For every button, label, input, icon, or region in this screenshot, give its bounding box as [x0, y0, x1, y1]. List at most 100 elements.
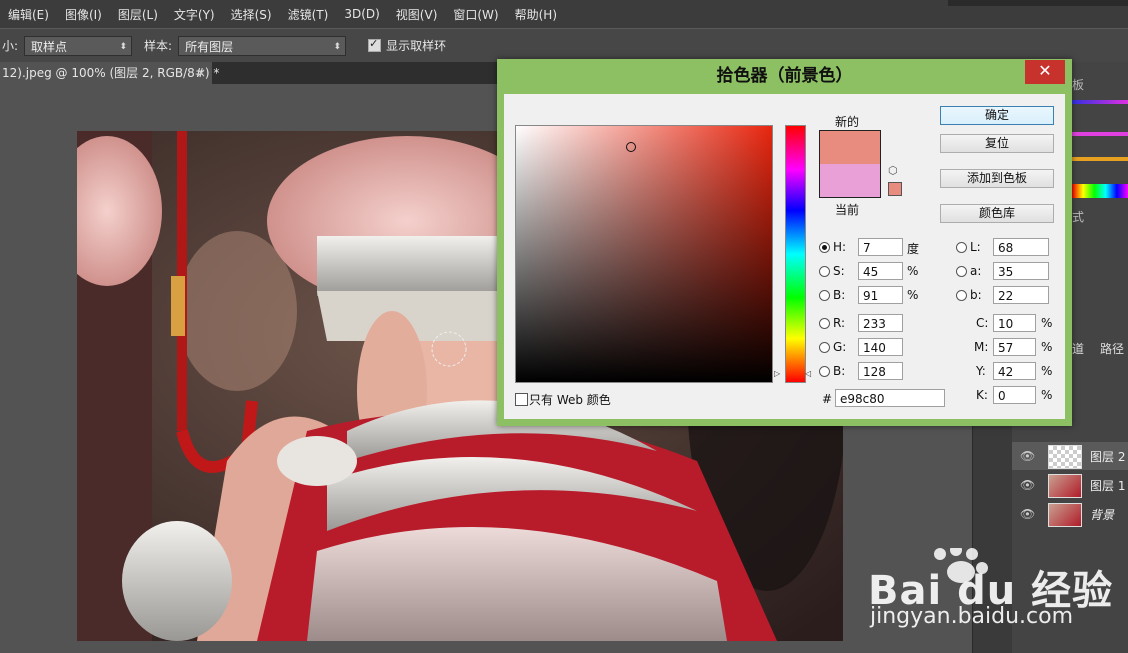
h-radio[interactable]: [819, 242, 830, 253]
r-field[interactable]: 233: [858, 314, 903, 332]
web-only-checkbox[interactable]: [515, 393, 528, 406]
sample-size-label: 小:: [2, 39, 19, 53]
hue-slider[interactable]: [785, 125, 806, 383]
menu-filter[interactable]: 滤镜(T): [280, 6, 337, 23]
close-dialog-button[interactable]: ✕: [1025, 60, 1065, 84]
baidu-watermark: Bai du 经验 jingyan.baidu.com: [868, 544, 1112, 638]
hex-label: #: [822, 392, 833, 406]
swatches-tab[interactable]: 板: [1072, 76, 1084, 93]
add-to-swatches-button[interactable]: 添加到色板: [940, 169, 1054, 188]
web-only-label: 只有 Web 颜色: [529, 393, 611, 407]
g-field[interactable]: 140: [858, 338, 903, 356]
color-picker-dialog: 拾色器（前景色） ✕ ▷ ◁ 新的 当前 ⬡ 确定 复位 添加到色板 颜色库 H…: [497, 59, 1072, 426]
menu-type[interactable]: 文字(Y): [166, 6, 223, 23]
hex-field[interactable]: e98c80: [835, 389, 945, 407]
a-radio[interactable]: [956, 266, 967, 277]
show-ring-label: 显示取样环: [386, 39, 447, 53]
c-label: C:: [976, 316, 989, 330]
s-label: S:: [833, 264, 845, 278]
show-ring-checkbox[interactable]: [368, 37, 382, 52]
layer-row[interactable]: 👁 背景: [1012, 500, 1128, 528]
layer-row[interactable]: 👁 图层 2: [1012, 442, 1128, 470]
m-unit: %: [1041, 340, 1053, 354]
blue-radio[interactable]: [819, 366, 830, 377]
channels-tab[interactable]: 道: [1072, 340, 1084, 357]
brightness-radio[interactable]: [819, 290, 830, 301]
color-slider-1[interactable]: [1072, 100, 1128, 104]
r-radio[interactable]: [819, 318, 830, 329]
y-label: Y:: [976, 364, 986, 378]
document-tab-bar: 12).jpeg @ 100% (图层 2, RGB/8#) * ×: [0, 62, 500, 84]
g-radio[interactable]: [819, 342, 830, 353]
c-field[interactable]: 10: [993, 314, 1036, 332]
brightness-field[interactable]: 91: [858, 286, 903, 304]
layer-row[interactable]: 👁 图层 1: [1012, 471, 1128, 499]
hue-slider-left-arrow-icon[interactable]: ▷: [774, 369, 780, 378]
new-color-swatch: [820, 131, 880, 164]
m-field[interactable]: 57: [993, 338, 1036, 356]
lab-b-radio[interactable]: [956, 290, 967, 301]
menu-layer[interactable]: 图层(L): [110, 6, 166, 23]
sample-size-select[interactable]: 取样点 ⬍: [24, 35, 133, 56]
menu-select[interactable]: 选择(S): [223, 6, 280, 23]
h-unit: 度: [907, 242, 920, 256]
color-field[interactable]: [515, 125, 773, 383]
reset-button[interactable]: 复位: [940, 134, 1054, 153]
menu-help[interactable]: 帮助(H): [507, 6, 565, 23]
styles-tab[interactable]: 式: [1072, 208, 1084, 225]
menu-window[interactable]: 窗口(W): [445, 6, 506, 23]
r-label: R:: [833, 316, 846, 330]
a-field[interactable]: 35: [993, 262, 1049, 280]
layer-name: 图层 1: [1090, 479, 1126, 493]
color-field-marker[interactable]: [626, 142, 636, 152]
layer-name: 背景: [1090, 508, 1115, 522]
sample-size-value: 取样点: [31, 39, 68, 54]
lab-b-field[interactable]: 22: [993, 286, 1049, 304]
brightness-unit: %: [907, 288, 919, 302]
k-label: K:: [976, 388, 988, 402]
select-arrows-icon: ⬍: [333, 41, 342, 52]
cube-icon[interactable]: ⬡: [888, 164, 898, 177]
document-tab[interactable]: 12).jpeg @ 100% (图层 2, RGB/8#) * ×: [0, 62, 219, 84]
select-arrows-icon: ⬍: [119, 41, 128, 52]
g-label: G:: [833, 340, 847, 354]
y-field[interactable]: 42: [993, 362, 1036, 380]
menu-3d[interactable]: 3D(D): [336, 7, 387, 21]
k-unit: %: [1041, 388, 1053, 402]
h-label: H:: [833, 240, 847, 254]
paths-tab[interactable]: 路径: [1100, 340, 1124, 357]
h-field[interactable]: 7: [858, 238, 903, 256]
color-library-button[interactable]: 颜色库: [940, 204, 1054, 223]
l-radio[interactable]: [956, 242, 967, 253]
layers-list: 👁 图层 2 👁 图层 1 👁 背景: [1012, 440, 1128, 530]
k-field[interactable]: 0: [993, 386, 1036, 404]
eye-icon[interactable]: 👁: [1020, 449, 1035, 463]
menu-edit[interactable]: 编辑(E): [0, 6, 57, 23]
menu-view[interactable]: 视图(V): [388, 6, 446, 23]
c-unit: %: [1041, 316, 1053, 330]
options-bar: 小: 取样点 ⬍ 样本: 所有图层 ⬍ 显示取样环: [0, 28, 1128, 63]
layer-name: 图层 2: [1090, 450, 1126, 464]
blue-field[interactable]: 128: [858, 362, 903, 380]
web-safe-swatch[interactable]: [888, 182, 902, 196]
new-color-label: 新的: [835, 115, 860, 129]
eye-icon[interactable]: 👁: [1020, 507, 1035, 521]
ok-button[interactable]: 确定: [940, 106, 1054, 125]
menu-image[interactable]: 图像(I): [57, 6, 110, 23]
layer-thumbnail: [1048, 474, 1082, 498]
titlebar-edge: [948, 0, 1128, 6]
color-slider-3[interactable]: [1072, 157, 1128, 161]
dialog-body: ▷ ◁ 新的 当前 ⬡ 确定 复位 添加到色板 颜色库 H: 7 度 S: 45…: [504, 94, 1065, 419]
dialog-title: 拾色器（前景色）: [716, 66, 853, 86]
l-field[interactable]: 68: [993, 238, 1049, 256]
hue-slider-right-arrow-icon[interactable]: ◁: [805, 369, 811, 378]
s-field[interactable]: 45: [858, 262, 903, 280]
sample-select[interactable]: 所有图层 ⬍: [178, 35, 347, 56]
spectrum-bar[interactable]: [1072, 184, 1128, 198]
current-color-swatch[interactable]: [820, 164, 880, 197]
close-tab-icon[interactable]: ×: [196, 62, 206, 84]
color-slider-2[interactable]: [1072, 132, 1128, 136]
document-tab-title: 12).jpeg @ 100% (图层 2, RGB/8#) *: [2, 66, 220, 80]
s-radio[interactable]: [819, 266, 830, 277]
eye-icon[interactable]: 👁: [1020, 478, 1035, 492]
